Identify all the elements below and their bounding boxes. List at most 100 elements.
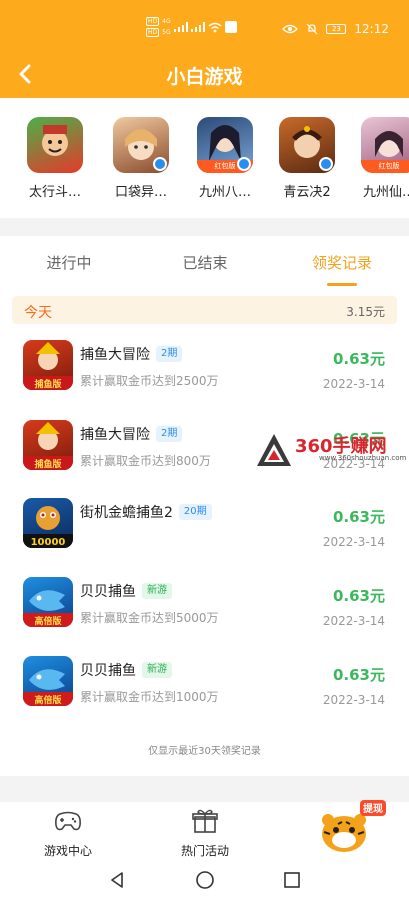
- list-item[interactable]: 10000 街机金蟾捕鱼2 20期 0.63元 2022-3-14: [0, 498, 409, 578]
- period-chip: 2期: [156, 346, 183, 362]
- record-date: 2022-3-14: [322, 693, 385, 707]
- sim1-badge: HD: [146, 17, 160, 26]
- recent-games-strip[interactable]: 太行斗… 口袋异… 红包版 九州八… 青云决2 红包版 九州仙…: [0, 98, 409, 218]
- tab-ended[interactable]: 已结束: [155, 252, 255, 273]
- record-title: 捕鱼大冒险 2期: [80, 424, 183, 444]
- record-amount: 0.63元: [332, 508, 385, 526]
- icon-caption: 捕鱼版: [34, 458, 61, 470]
- nav-label: 热门活动: [180, 844, 229, 858]
- period-chip: 20期: [178, 504, 212, 520]
- record-name: 捕鱼大冒险: [80, 347, 150, 363]
- watermark: 360手赚网 www.360shouzhuan.com: [255, 432, 407, 470]
- nav-label: 游戏中心: [43, 844, 92, 858]
- net1-label: 4G: [162, 18, 171, 25]
- record-date: 2022-3-14: [322, 614, 385, 628]
- icon-caption: 捕鱼版: [34, 378, 61, 390]
- icon-caption: 高倍版: [34, 694, 61, 706]
- record-amount: 0.63元: [332, 587, 385, 605]
- record-name: 贝贝捕鱼: [80, 584, 136, 600]
- reward-records-card: 进行中 已结束 领奖记录 今天 3.15元 捕鱼版 捕鱼大冒险 2期 累计赢取金…: [0, 236, 409, 776]
- game-icon: 捕鱼版: [23, 340, 73, 390]
- game-icon: 高倍版: [23, 577, 73, 627]
- page-title: 小白游戏: [166, 66, 243, 88]
- game-icon: [27, 117, 83, 173]
- record-title: 贝贝捕鱼 新游: [80, 581, 172, 601]
- icon-caption: 10000: [31, 537, 66, 548]
- battery-icon: 23: [326, 24, 347, 34]
- clock: 12:12: [354, 22, 389, 36]
- withdraw-mascot-button[interactable]: 提现: [316, 798, 388, 854]
- game-icon: 捕鱼版: [23, 420, 73, 470]
- tab-in-progress[interactable]: 进行中: [19, 252, 119, 273]
- game-badge-icon: [237, 157, 251, 171]
- day-total: 3.15元: [346, 305, 385, 319]
- game-icon: 红包版: [361, 117, 409, 173]
- watermark-url: www.360shouzhuan.com: [319, 454, 407, 462]
- record-name: 贝贝捕鱼: [80, 663, 136, 679]
- tiger-mascot-icon: 提现: [322, 800, 386, 852]
- app-notification-icon: [224, 21, 237, 33]
- game-item[interactable]: 红包版 九州八…: [190, 117, 260, 200]
- game-name: 太行斗…: [28, 185, 81, 200]
- game-icon: 红包版: [197, 117, 253, 173]
- app-header: HD HD 4G 5G 23 12:12 小白游戏: [0, 0, 409, 98]
- record-desc: 累计赢取金币达到5000万: [80, 611, 219, 625]
- net2-label: 5G: [162, 29, 171, 36]
- home-circle-icon[interactable]: [195, 870, 215, 890]
- nav-game-center[interactable]: 游戏中心: [23, 808, 113, 859]
- eye-icon: [282, 24, 299, 34]
- recents-square-icon[interactable]: [282, 870, 302, 890]
- record-title: 捕鱼大冒险 2期: [80, 344, 183, 364]
- system-nav-bar: [0, 860, 409, 899]
- game-item[interactable]: 太行斗…: [20, 117, 90, 200]
- game-badge-icon: [153, 157, 167, 171]
- tab-bar: 进行中 已结束 领奖记录: [0, 236, 409, 288]
- back-triangle-icon[interactable]: [107, 870, 127, 890]
- wifi-icon: [208, 22, 222, 32]
- record-amount: 0.63元: [332, 666, 385, 684]
- list-item[interactable]: 高倍版 贝贝捕鱼 新游 累计赢取金币达到1000万 0.63元 2022-3-1…: [0, 656, 409, 736]
- record-desc: 累计赢取金币达到800万: [80, 454, 211, 468]
- record-date: 2022-3-14: [322, 377, 385, 391]
- new-game-chip: 新游: [142, 583, 172, 599]
- list-footnote: 仅显示最近30天领奖记录: [148, 746, 261, 757]
- game-name: 九州八…: [198, 185, 251, 200]
- tab-active-indicator: [327, 283, 357, 286]
- game-tag: 红包版: [361, 160, 409, 173]
- record-name: 街机金蟾捕鱼2: [80, 505, 173, 521]
- game-icon: 高倍版: [23, 656, 73, 706]
- game-item[interactable]: 青云决2: [272, 117, 342, 200]
- record-amount: 0.63元: [332, 350, 385, 368]
- mascot-badge: 提现: [363, 802, 383, 815]
- mute-bell-icon: [306, 23, 318, 35]
- day-header: 今天 3.15元: [12, 296, 397, 324]
- status-right: 23 12:12: [282, 22, 389, 36]
- bottom-nav: 游戏中心 热门活动 提现: [0, 800, 409, 860]
- record-title: 街机金蟾捕鱼2 20期: [80, 502, 212, 522]
- sim2-badge: HD: [146, 28, 160, 37]
- game-badge-icon: [319, 157, 333, 171]
- gamepad-icon: [55, 811, 81, 831]
- game-icon: [113, 117, 169, 173]
- day-label: 今天: [24, 305, 52, 321]
- record-date: 2022-3-14: [322, 535, 385, 549]
- list-item[interactable]: 捕鱼版 捕鱼大冒险 2期 累计赢取金币达到2500万 0.63元 2022-3-…: [0, 340, 409, 420]
- watermark-logo-icon: [257, 434, 291, 466]
- game-item[interactable]: 红包版 九州仙…: [354, 117, 409, 200]
- game-item[interactable]: 口袋异…: [106, 117, 176, 200]
- list-item[interactable]: 高倍版 贝贝捕鱼 新游 累计赢取金币达到5000万 0.63元 2022-3-1…: [0, 577, 409, 657]
- game-name: 九州仙…: [362, 185, 409, 200]
- status-bar: HD HD 4G 5G 23 12:12: [0, 0, 409, 50]
- game-name: 青云决2: [283, 185, 331, 200]
- game-icon: 10000: [23, 498, 73, 548]
- icon-caption: 高倍版: [34, 615, 61, 627]
- record-name: 捕鱼大冒险: [80, 427, 150, 443]
- record-title: 贝贝捕鱼 新游: [80, 660, 172, 680]
- game-icon: [279, 117, 335, 173]
- record-desc: 累计赢取金币达到2500万: [80, 374, 219, 388]
- signal2-icon: [190, 22, 205, 32]
- tab-reward-records[interactable]: 领奖记录: [292, 252, 392, 273]
- nav-hot-events[interactable]: 热门活动: [160, 808, 250, 859]
- period-chip: 2期: [156, 426, 183, 442]
- gift-icon: [192, 809, 218, 833]
